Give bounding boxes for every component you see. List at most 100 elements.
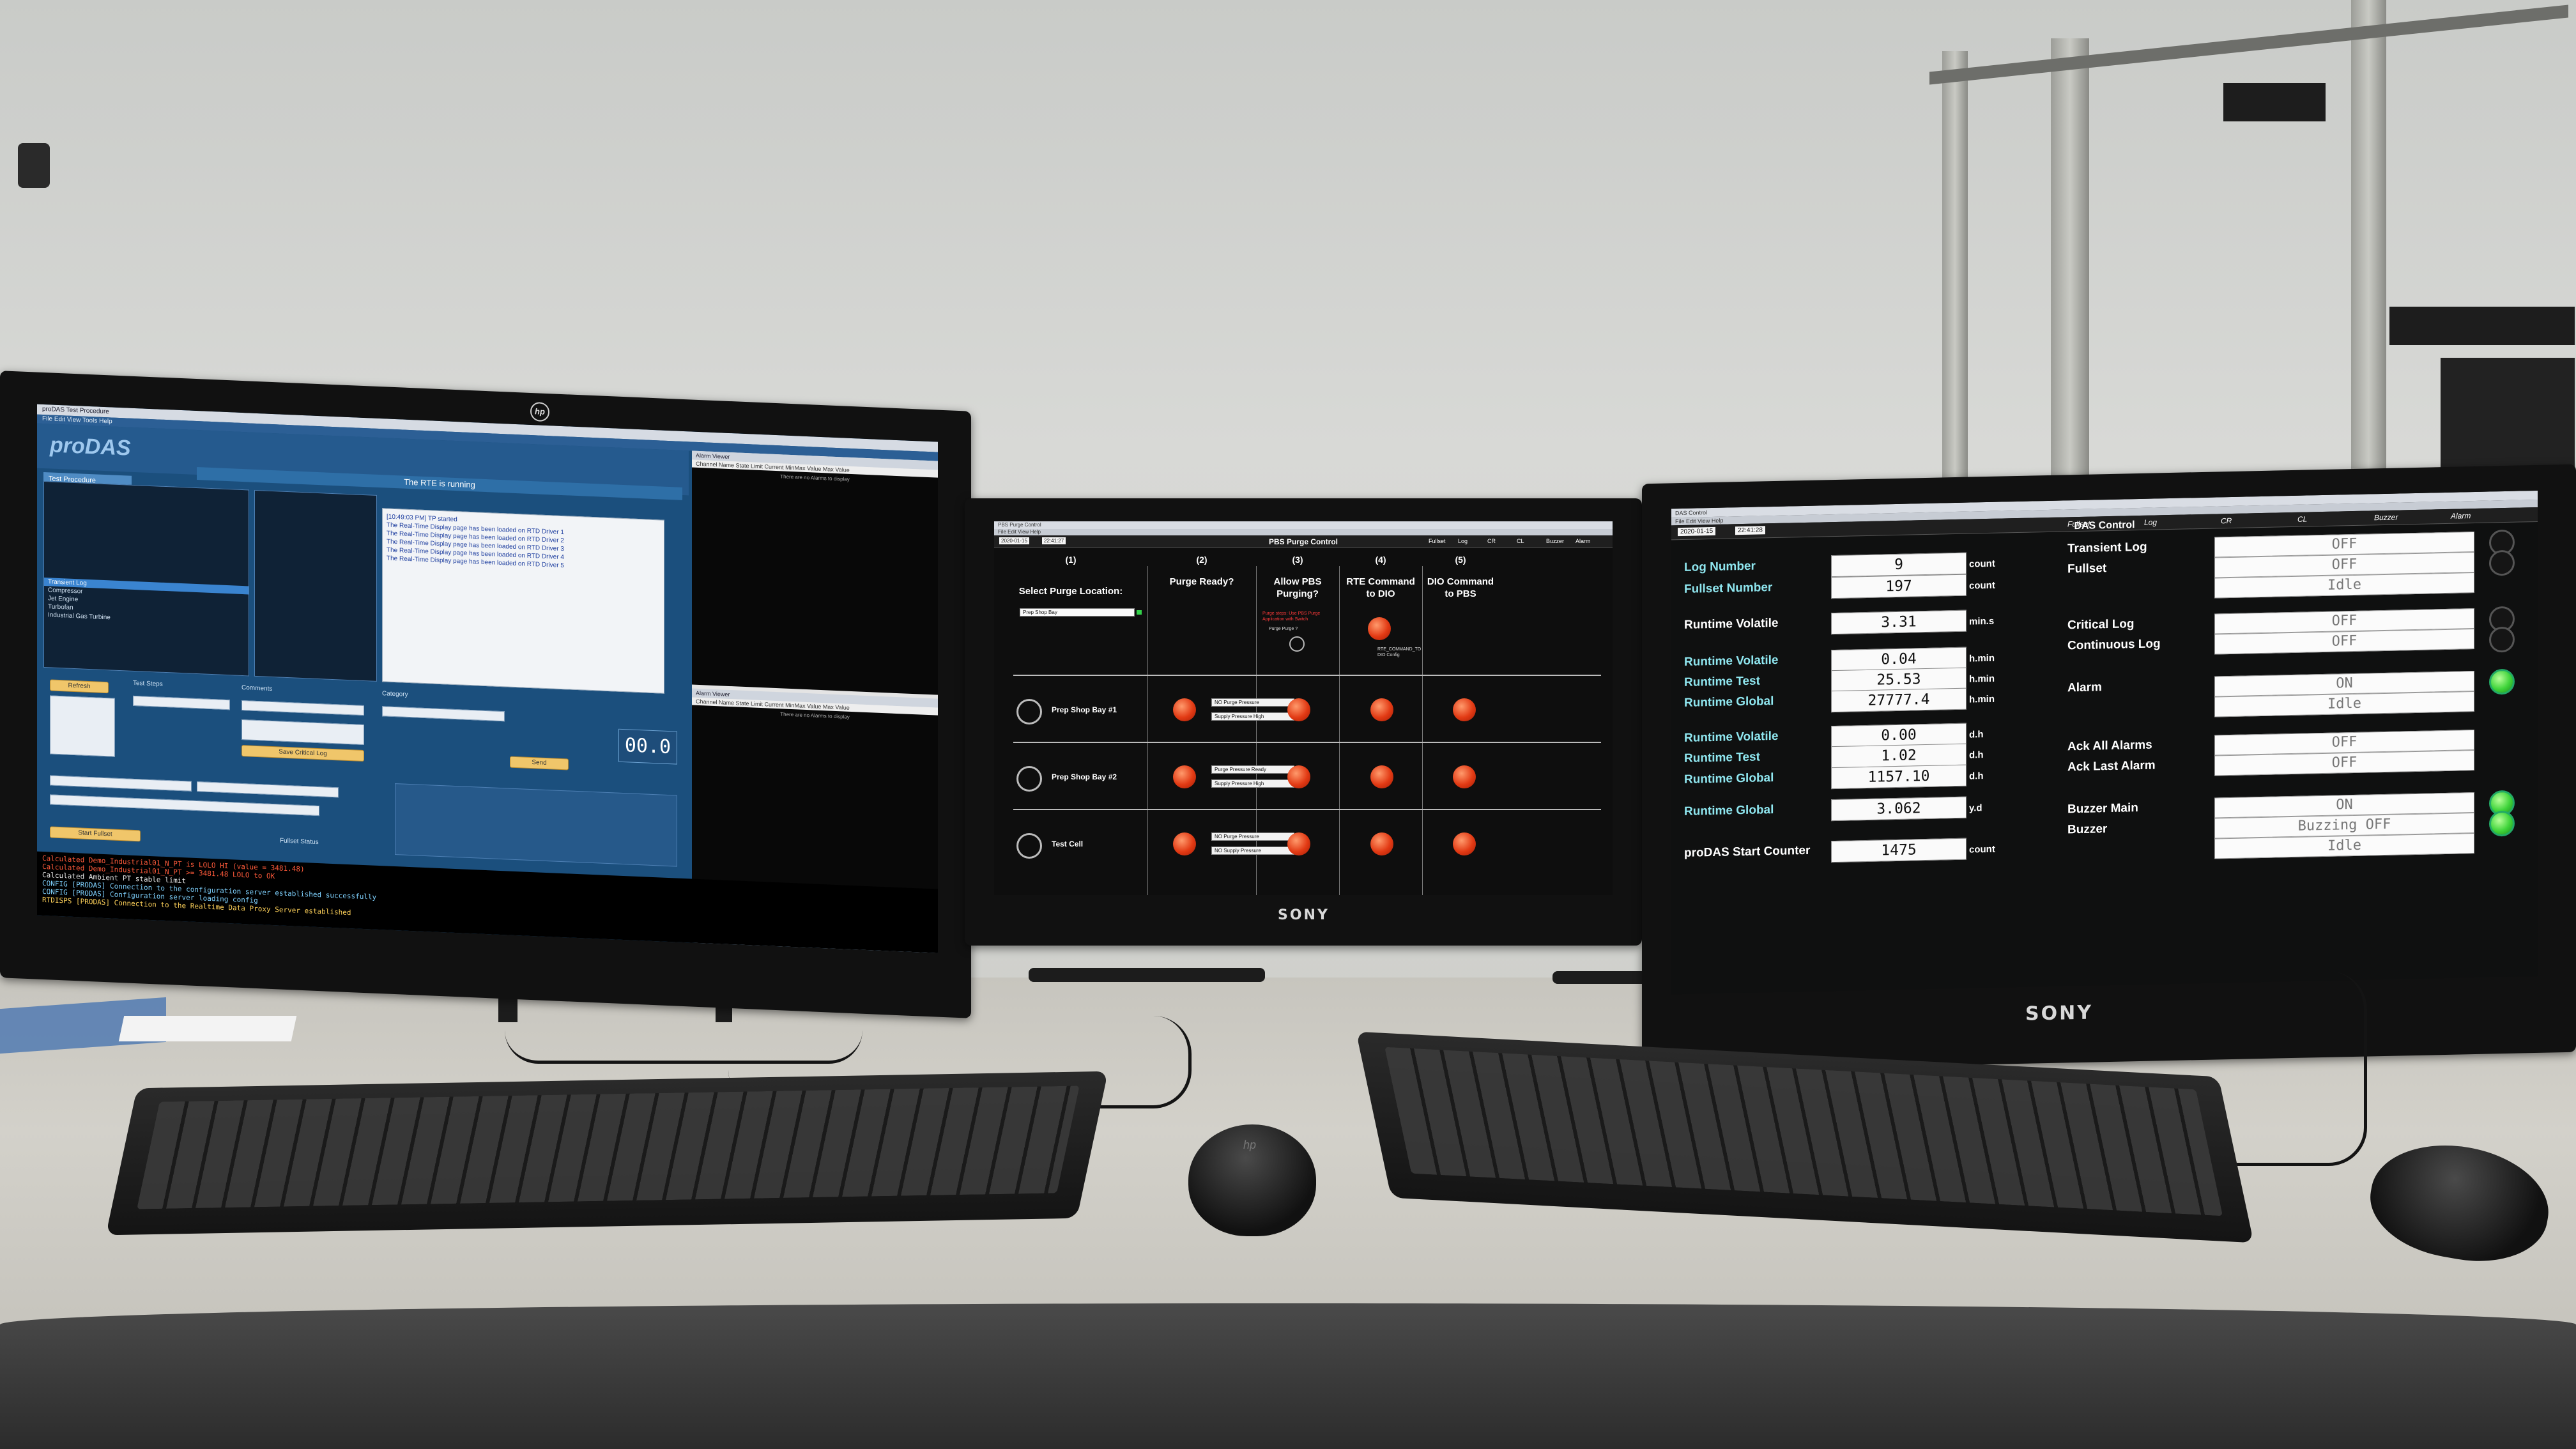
left-keyboard[interactable] (105, 1071, 1108, 1236)
test-steps-label: Test Steps (133, 679, 163, 688)
center-monitor: PBS Purge Control File Edit View Help 20… (965, 498, 1642, 946)
das-control-label: Alarm (2067, 680, 2102, 695)
pbs-menu-bar[interactable]: File Edit View Help (994, 529, 1613, 535)
message-log-panel: [10:49:03 PM] TP started The Real-Time Di… (382, 508, 664, 694)
purge-location-field[interactable]: Prep Shop Bay (1020, 608, 1142, 617)
procedure-list[interactable]: Transient Log Compressor Jet Engine Turbofa… (43, 480, 249, 677)
purge-location-radio[interactable] (1016, 833, 1042, 859)
das-counter-label: Runtime Volatile (1684, 653, 1779, 669)
das-counter-label: Runtime Global (1684, 802, 1774, 818)
command-indicator (1453, 765, 1476, 788)
das-status-indicator (2489, 626, 2515, 653)
das-status-indicator (2489, 810, 2515, 837)
das-control-label: Critical Log (2067, 617, 2135, 632)
das-counter-value: 197 (1831, 574, 1966, 599)
purge-ready-indicator (1173, 832, 1196, 855)
command-indicator (1453, 832, 1476, 855)
purge-location-label: Prep Shop Bay #1 (1052, 705, 1117, 714)
comments-label: Comments (241, 684, 273, 693)
pbs-column-heading: Select Purge Location: (1018, 586, 1123, 597)
pbs-column-heading: Allow PBS Purging? (1273, 576, 1322, 599)
desk-front-edge (0, 1303, 2576, 1449)
fullset-comment-field[interactable] (197, 781, 339, 798)
column-divider (1339, 566, 1340, 895)
paper-note (118, 1016, 297, 1041)
left-monitor: hp proDAS Test Procedure File Edit View … (0, 371, 971, 1018)
test-steps-field[interactable] (133, 695, 230, 710)
pbs-toolbar: 2020-01-15 22:41:27 PBS Purge Control Fu… (994, 535, 1613, 548)
refresh-button[interactable]: Refresh (50, 679, 109, 694)
left-mouse[interactable]: hp (1188, 1124, 1316, 1236)
pbs-status-item: Alarm (1575, 538, 1591, 544)
fullset-settings-panel (395, 783, 677, 867)
save-critical-log-button[interactable]: Save Critical Log (241, 744, 364, 762)
purge-location-radio[interactable] (1016, 699, 1042, 724)
pbs-status-item: CR (1487, 538, 1496, 544)
allow-purging-check-label: Purge Purge ? (1269, 627, 1298, 631)
rte-command-note: RTE_COMMAND_TO DIO Config (1377, 647, 1422, 657)
column-divider (1147, 566, 1148, 895)
purge-ready-indicator (1173, 698, 1196, 721)
pbs-column-heading: DIO Command to PBS (1427, 576, 1494, 599)
center-screen: PBS Purge Control File Edit View Help 20… (994, 521, 1613, 895)
das-counter-unit: h.min (1969, 673, 1995, 685)
pbs-window-titlebar[interactable]: PBS Purge Control (994, 521, 1613, 529)
das-control-label: Ack All Alarms (2067, 738, 2152, 754)
das-status-indicator (2489, 549, 2515, 576)
das-counter-unit: min.s (1969, 615, 1995, 627)
start-fullset-button[interactable]: Start Fullset (50, 826, 141, 842)
das-counter-label: Log Number (1684, 559, 1756, 574)
das-counter-label: Runtime Volatile (1684, 616, 1779, 632)
das-counter-label: Fullset Number (1684, 581, 1773, 596)
das-counter-unit: d.h (1969, 749, 1984, 761)
log-list-field[interactable] (50, 695, 115, 757)
sony-logo: SONY (1278, 907, 1330, 923)
row-separator (1013, 742, 1601, 743)
row-separator (1013, 809, 1601, 810)
das-counter-unit: d.h (1969, 770, 1984, 782)
das-counter-unit: d.h (1969, 729, 1984, 740)
comment-text-field[interactable] (241, 719, 364, 746)
das-control-label: Ack Last Alarm (2067, 758, 2156, 774)
purge-status-tag: Supply Pressure High (1211, 779, 1301, 788)
send-button[interactable]: Send (510, 756, 569, 770)
das-control-label: Fullset (2067, 562, 2107, 576)
command-indicator (1453, 698, 1476, 721)
das-counter-label: proDAS Start Counter (1684, 843, 1811, 860)
command-indicator (1287, 698, 1310, 721)
command-indicator (1370, 832, 1393, 855)
das-counter-unit: h.min (1969, 693, 1995, 705)
das-status-indicator (2489, 668, 2515, 695)
das-control-label: Buzzer Main (2067, 801, 2138, 816)
center-monitor-stand (1029, 968, 1265, 982)
category-field[interactable] (382, 706, 505, 722)
category-label: Category (382, 690, 408, 698)
column-divider (1256, 566, 1257, 895)
das-counter-value: 3.062 (1831, 796, 1966, 822)
pbs-status-item: Buzzer (1546, 538, 1565, 544)
elapsed-counter: 00.0 (618, 728, 677, 765)
hp-logo-icon: hp (530, 401, 549, 422)
fullset-status-label: Fullset Status (280, 837, 319, 847)
command-indicator (1370, 698, 1393, 721)
fullset-name-field[interactable] (50, 775, 192, 792)
pbs-column-number: (4) (1375, 555, 1386, 565)
pbs-status-item: CL (1517, 538, 1524, 544)
purge-location-radio[interactable] (1016, 766, 1042, 792)
das-counter-unit: h.min (1969, 652, 1995, 664)
column-divider (1422, 566, 1423, 895)
das-counter-unit: count (1969, 579, 1995, 592)
alarm-list-1: There are no Alarms to display (692, 467, 938, 695)
das-counter-unit: count (1969, 558, 1995, 570)
allow-purging-radio[interactable] (1289, 636, 1305, 652)
alarm-list-2: There are no Alarms to display (692, 705, 938, 907)
das-counter-label: Runtime Test (1684, 750, 1760, 765)
purge-status-tag: NO Supply Pressure (1211, 847, 1301, 855)
fullset-text-field[interactable] (50, 794, 319, 816)
purge-location-label: Prep Shop Bay #2 (1052, 772, 1117, 781)
das-counter-label: Runtime Global (1684, 770, 1774, 786)
das-counter-value: 9 (1831, 552, 1966, 578)
alarm-windows: Alarm Viewer Channel Name State Limit Cu… (692, 450, 938, 953)
pbs-status-item: Log (1458, 538, 1468, 544)
comments-field[interactable] (241, 700, 364, 716)
